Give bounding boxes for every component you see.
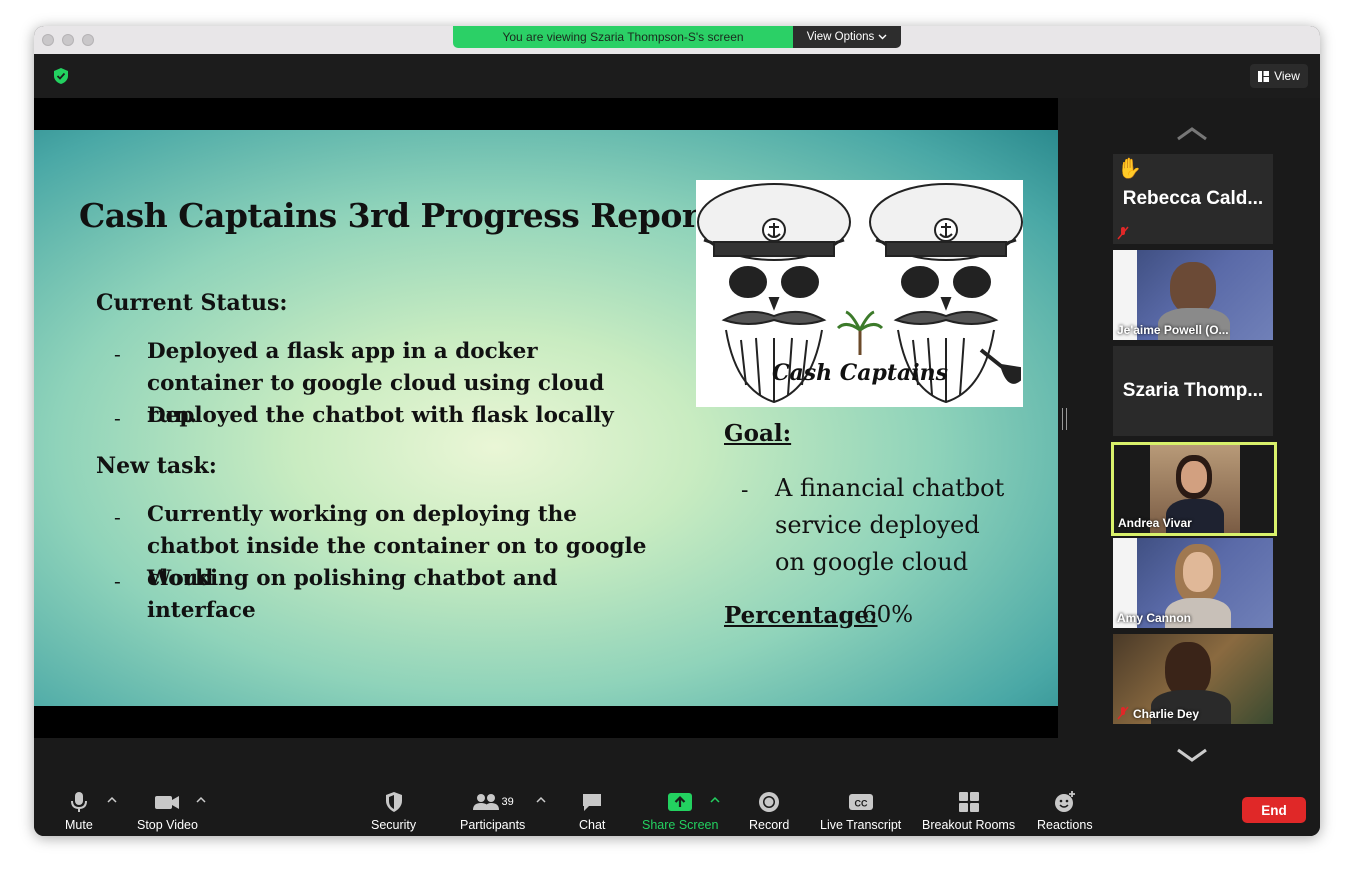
task-item: Working on polishing chatbot and interfa… [147,566,558,623]
meeting-toolbar: Mute Stop Video Security 39 Participants… [34,782,1320,836]
meeting-top-bar: View [34,54,1320,98]
gallery-scroll-up-button[interactable] [1174,124,1210,144]
end-meeting-button[interactable]: End [1242,797,1306,823]
participant-name: Rebecca Cald... [1122,188,1264,209]
reactions-label: Reactions [1037,818,1093,832]
record-icon [759,792,780,812]
stop-video-button[interactable]: Stop Video [137,790,198,832]
bullet-dash: - [114,505,121,529]
stop-video-label: Stop Video [137,818,198,832]
panel-resize-handle[interactable] [1062,408,1067,430]
chat-bubble-icon [583,794,602,811]
slide-title: Cash Captains 3rd Progress Report [79,196,714,235]
new-task-heading: New task: [96,453,217,479]
presentation-slide: Cash Captains 3rd Progress Report Curren… [34,130,1058,706]
raised-hand-icon: ✋ [1117,158,1142,180]
live-transcript-button[interactable]: CC Live Transcript [820,790,901,832]
bullet-dash: - [114,406,121,430]
participant-face [1181,461,1207,493]
zoom-window: You are viewing Szaria Thompson-S's scre… [34,26,1320,836]
close-window-button[interactable] [42,34,54,46]
participant-name: Andrea Vivar [1118,516,1192,530]
svg-text:CC: CC [854,799,867,809]
goal-label: Goal: [724,420,792,447]
participant-tile[interactable]: Charlie Dey [1113,634,1273,724]
view-options-button[interactable]: View Options [793,26,901,48]
bullet-dash: - [114,569,121,593]
chat-label: Chat [579,818,606,832]
participant-tile[interactable]: Amy Cannon [1113,538,1273,628]
participants-label: Participants [460,818,526,832]
bullet-dash: - [741,478,749,503]
view-options-label: View Options [806,31,875,43]
view-button[interactable]: View [1250,64,1308,88]
bullet-dash: - [114,342,121,366]
mute-label: Mute [65,818,93,832]
share-screen-label: Share Screen [642,818,719,832]
skull-captains-illustration: Cash Captains [697,183,1023,404]
reactions-button[interactable]: Reactions [1037,790,1093,832]
muted-mic-icon [1117,706,1129,720]
participant-tile[interactable]: Szaria Thomp... [1113,346,1273,436]
participant-name: Amy Cannon [1117,611,1192,625]
participant-name: Szaria Thomp... [1122,380,1264,401]
share-options-chevron-icon[interactable] [710,796,720,804]
video-options-chevron-icon[interactable] [196,796,206,804]
screen-share-banner: You are viewing Szaria Thompson-S's scre… [453,26,901,48]
cc-icon: CC [848,794,873,810]
participant-tile[interactable]: Je'aime Powell (O... [1113,250,1273,340]
audio-options-chevron-icon[interactable] [107,796,117,804]
title-bar: You are viewing Szaria Thompson-S's scre… [34,26,1320,55]
logo-text: Cash Captains [772,360,948,386]
participants-button[interactable]: 39 Participants [460,790,525,832]
security-label: Security [371,818,417,832]
shield-icon [385,792,402,812]
record-button[interactable]: Record [749,790,789,832]
live-transcript-label: Live Transcript [820,818,902,832]
shared-screen: Cash Captains 3rd Progress Report Curren… [34,98,1058,738]
minimize-window-button[interactable] [62,34,74,46]
encryption-shield-icon[interactable] [52,67,70,85]
video-camera-icon [155,796,180,809]
participants-options-chevron-icon[interactable] [536,796,546,804]
breakout-rooms-button[interactable]: Breakout Rooms [922,790,1015,832]
emoji-icon [1054,791,1075,812]
muted-mic-icon [1117,226,1129,240]
participant-count: 39 [501,796,514,808]
security-button[interactable]: Security [371,790,416,832]
view-label: View [1274,69,1300,83]
goal-text: A financial chatbot service deployed on … [775,474,1005,576]
gallery-scroll-down-button[interactable] [1174,745,1210,765]
participant-name: Je'aime Powell (O... [1117,323,1229,337]
status-item: Deployed the chatbot with flask locally [147,403,614,428]
people-icon [472,794,499,810]
percentage-value: 60% [862,602,914,628]
percentage-label: Percentage: [724,602,878,629]
participant-face [1170,262,1216,314]
participant-name: Charlie Dey [1133,707,1200,721]
current-status-heading: Current Status: [96,290,288,316]
participant-face [1183,552,1213,592]
participant-tile[interactable]: ✋ Rebecca Cald... [1113,154,1273,244]
participants-icon-group: 39 [472,790,514,814]
layout-icon [1258,70,1270,82]
grid-icon [958,792,979,812]
record-label: Record [749,818,790,832]
share-screen-button[interactable]: Share Screen [642,790,718,832]
chevron-down-icon [878,34,887,40]
viewing-screen-label: You are viewing Szaria Thompson-S's scre… [453,26,793,48]
cash-captains-logo: Cash Captains [696,180,1023,407]
zoom-window-button[interactable] [82,34,94,46]
microphone-icon [70,792,87,812]
breakout-rooms-label: Breakout Rooms [922,818,1016,832]
mute-button[interactable]: Mute [65,790,93,832]
chat-button[interactable]: Chat [579,790,605,832]
active-speaker-tile[interactable]: Andrea Vivar [1111,442,1277,536]
share-arrow-icon [668,793,693,811]
